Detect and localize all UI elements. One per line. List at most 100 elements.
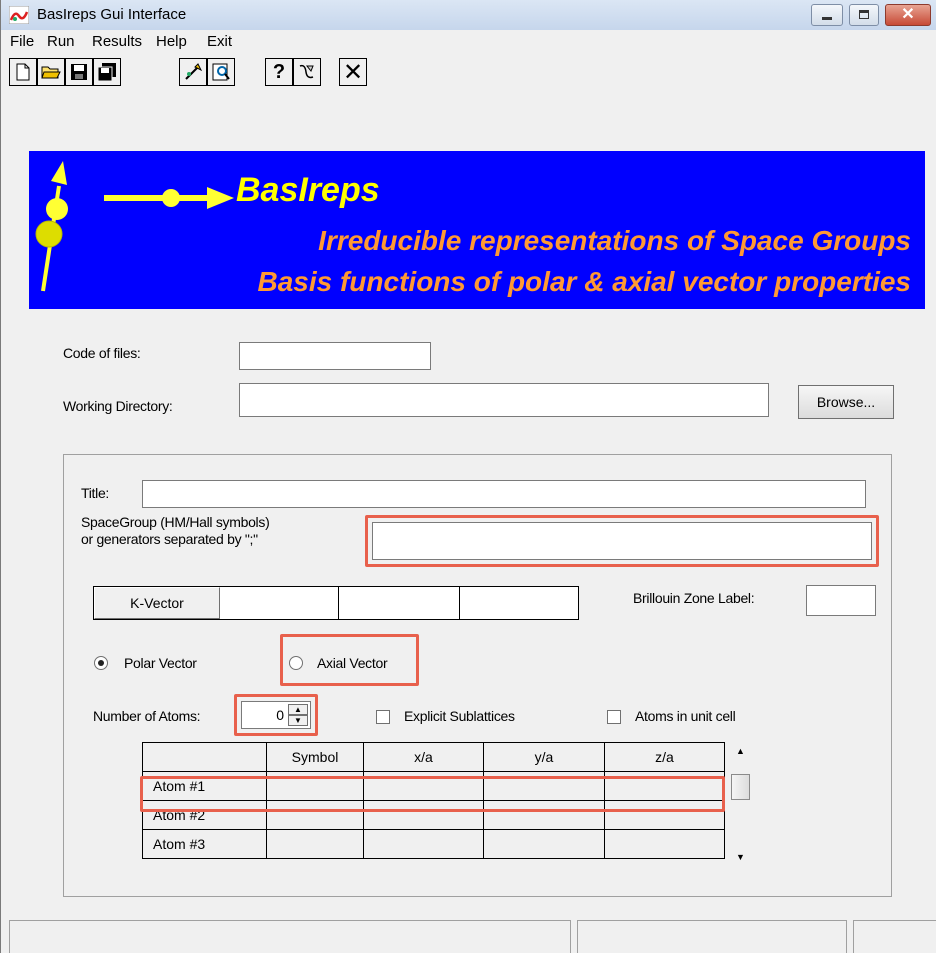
menu-exit[interactable]: Exit xyxy=(207,33,232,50)
close-window-button[interactable]: ✕ xyxy=(885,4,931,26)
table-cell[interactable] xyxy=(604,771,725,801)
atoms-in-unit-cell-label: Atoms in unit cell xyxy=(635,708,736,724)
view-icon xyxy=(212,63,230,81)
menu-file[interactable]: File xyxy=(10,33,34,50)
table-cell[interactable] xyxy=(266,771,364,801)
banner: BasIreps Irreducible representations of … xyxy=(29,151,925,309)
toolbar: ? ✕ xyxy=(1,56,936,90)
table-cell[interactable] xyxy=(483,800,605,830)
k-vector-z-input[interactable] xyxy=(460,587,578,619)
status-panel-3 xyxy=(853,920,936,953)
open-folder-button[interactable] xyxy=(37,58,65,86)
title-bar[interactable]: BasIreps Gui Interface ✕ xyxy=(1,0,936,31)
column-header: x/a xyxy=(363,742,484,772)
number-of-atoms-value: 0 xyxy=(276,707,284,723)
save-all-icon xyxy=(97,63,116,82)
banner-line-2: Basis functions of polar & axial vector … xyxy=(257,266,911,297)
table-cell[interactable] xyxy=(483,829,605,859)
menu-help[interactable]: Help xyxy=(156,33,187,50)
axial-vector-radio[interactable] xyxy=(289,656,303,670)
explicit-sublattices-label: Explicit Sublattices xyxy=(404,708,515,724)
table-cell[interactable] xyxy=(604,800,725,830)
explicit-sublattices-checkbox[interactable] xyxy=(376,710,390,724)
axial-vector-label: Axial Vector xyxy=(317,655,388,671)
polar-vector-radio[interactable] xyxy=(94,656,108,670)
column-header: z/a xyxy=(604,742,725,772)
close-icon: ✕ xyxy=(901,6,915,23)
help-icon: ? xyxy=(272,60,286,83)
scroll-up-icon[interactable]: ▲ xyxy=(728,746,753,756)
brillouin-zone-input[interactable] xyxy=(806,585,876,616)
table-row: Atom #1 xyxy=(142,771,725,801)
main-window: BasIreps Gui Interface ✕ File Run Result… xyxy=(0,0,936,953)
atoms-in-unit-cell-checkbox[interactable] xyxy=(607,710,621,724)
table-cell[interactable] xyxy=(266,800,364,830)
menu-run[interactable]: Run xyxy=(47,33,75,50)
spacegroup-label-line2: or generators separated by ";" xyxy=(81,531,258,547)
table-cell[interactable] xyxy=(483,771,605,801)
spacegroup-label-line1: SpaceGroup (HM/Hall symbols) xyxy=(81,514,270,530)
table-scrollbar[interactable]: ▲ ▼ xyxy=(728,744,753,868)
row-header: Atom #3 xyxy=(142,829,267,859)
open-folder-icon xyxy=(41,66,61,79)
menu-results[interactable]: Results xyxy=(92,33,142,50)
minimize-icon xyxy=(822,17,832,20)
about-button[interactable] xyxy=(293,58,321,86)
minimize-button[interactable] xyxy=(811,4,843,26)
menu-bar: File Run Results Help Exit xyxy=(1,30,936,54)
view-button[interactable] xyxy=(207,58,235,86)
maximize-button[interactable] xyxy=(849,4,879,26)
atoms-table: Symbol x/a y/a z/a Atom #1 Atom #2 Atom … xyxy=(142,742,725,859)
table-cell[interactable] xyxy=(363,771,484,801)
title-label: Title: xyxy=(81,485,110,501)
polar-vector-label: Polar Vector xyxy=(124,655,197,671)
spinner-down-button[interactable]: ▼ xyxy=(288,715,308,726)
row-header: Atom #1 xyxy=(142,771,267,801)
k-vector-x-input[interactable] xyxy=(220,587,339,619)
banner-title: BasIreps xyxy=(236,171,380,209)
working-directory-input[interactable] xyxy=(239,383,769,417)
spinner-up-button[interactable]: ▲ xyxy=(288,704,308,715)
logo-icon xyxy=(35,161,234,292)
save-button[interactable] xyxy=(65,58,93,86)
column-header: Symbol xyxy=(266,742,364,772)
window-title: BasIreps Gui Interface xyxy=(37,6,187,23)
column-header: y/a xyxy=(483,742,605,772)
k-vector-y-input[interactable] xyxy=(339,587,460,619)
code-of-files-input[interactable] xyxy=(239,342,431,370)
table-row: Atom #2 xyxy=(142,800,725,830)
table-header-row: Symbol x/a y/a z/a xyxy=(142,742,725,772)
working-directory-label: Working Directory: xyxy=(63,398,173,414)
status-panel-2 xyxy=(577,920,847,953)
table-row: Atom #3 xyxy=(142,829,725,859)
code-of-files-label: Code of files: xyxy=(63,345,141,361)
table-cell[interactable] xyxy=(363,829,484,859)
new-file-icon xyxy=(16,63,30,81)
k-vector-label: K-Vector xyxy=(94,587,220,619)
run-icon xyxy=(185,63,203,80)
app-icon xyxy=(9,6,29,24)
scroll-thumb[interactable] xyxy=(731,774,750,800)
help-button[interactable]: ? xyxy=(265,58,293,86)
table-cell[interactable] xyxy=(604,829,725,859)
save-icon xyxy=(71,64,87,80)
table-cell[interactable] xyxy=(363,800,484,830)
k-vector-row: K-Vector xyxy=(93,586,579,620)
title-input[interactable] xyxy=(142,480,866,508)
scroll-down-icon[interactable]: ▼ xyxy=(728,852,753,862)
about-icon xyxy=(299,64,314,79)
run-button[interactable] xyxy=(179,58,207,86)
browse-button[interactable]: Browse... xyxy=(798,385,894,419)
table-cell[interactable] xyxy=(266,829,364,859)
maximize-icon xyxy=(859,10,869,19)
number-of-atoms-spinner[interactable]: 0 ▲ ▼ xyxy=(241,701,311,729)
close-x-icon: ✕ xyxy=(342,58,364,86)
save-all-button[interactable] xyxy=(93,58,121,86)
number-of-atoms-label: Number of Atoms: xyxy=(93,708,201,724)
close-button[interactable]: ✕ xyxy=(339,58,367,86)
status-panel-1 xyxy=(9,920,571,953)
brillouin-zone-label: Brillouin Zone Label: xyxy=(633,590,755,606)
new-file-button[interactable] xyxy=(9,58,37,86)
spacegroup-input[interactable] xyxy=(372,522,872,560)
table-corner-cell xyxy=(142,742,267,772)
